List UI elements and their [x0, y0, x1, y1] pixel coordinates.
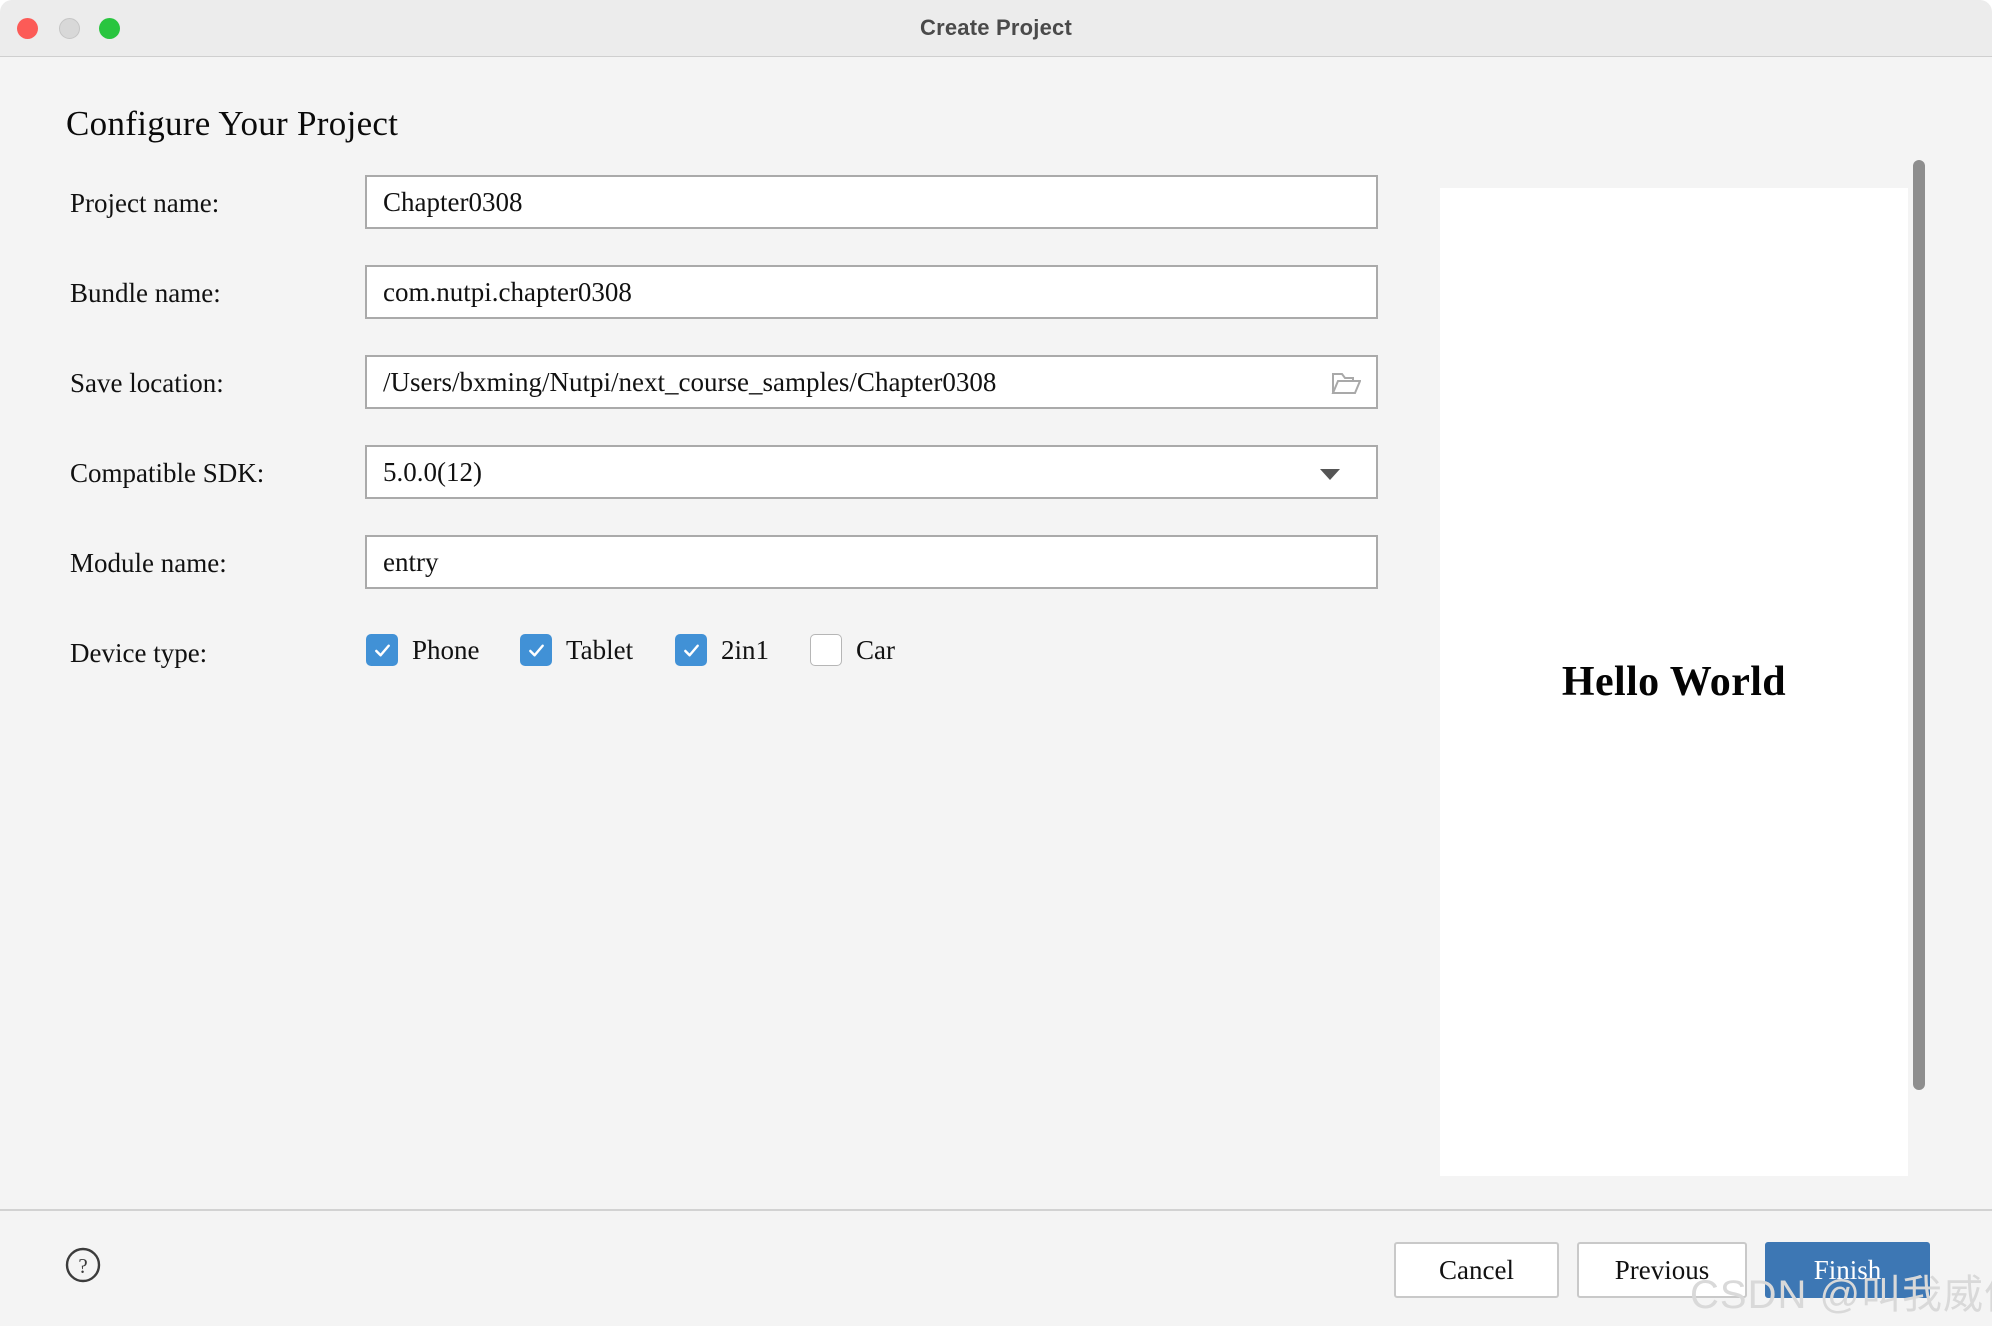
checkbox-box-tablet[interactable]	[520, 634, 552, 666]
page-title: Configure Your Project	[66, 104, 398, 144]
project-preview-panel: Hello World	[1440, 188, 1908, 1176]
value-save-location: /Users/bxming/Nutpi/next_course_samples/…	[383, 357, 1326, 407]
question-circle-icon[interactable]: ?	[64, 1246, 102, 1284]
checkbox-device-car[interactable]: Car	[810, 634, 895, 666]
check-icon	[527, 641, 546, 660]
value-module-name: entry	[383, 537, 1326, 587]
form-row-compatible-sdk: Compatible SDK: 5.0.0(12)	[0, 445, 1400, 501]
window-title: Create Project	[0, 0, 1992, 55]
label-device-type: Device type:	[70, 625, 207, 681]
form-row-bundle-name: Bundle name: com.nutpi.chapter0308	[0, 265, 1400, 321]
checkbox-label-tablet: Tablet	[566, 635, 633, 666]
checkbox-device-tablet[interactable]: Tablet	[520, 634, 633, 666]
preview-scrollbar[interactable]	[1913, 160, 1925, 1090]
value-project-name: Chapter0308	[383, 177, 1326, 227]
input-save-location[interactable]: /Users/bxming/Nutpi/next_course_samples/…	[365, 355, 1378, 409]
form-row-save-location: Save location: /Users/bxming/Nutpi/next_…	[0, 355, 1400, 411]
value-compatible-sdk: 5.0.0(12)	[383, 447, 1326, 497]
input-project-name[interactable]: Chapter0308	[365, 175, 1378, 229]
checkbox-box-car[interactable]	[810, 634, 842, 666]
preview-hello-world-text: Hello World	[1440, 188, 1908, 1176]
select-compatible-sdk[interactable]: 5.0.0(12)	[365, 445, 1378, 499]
checkbox-label-2in1: 2in1	[721, 635, 769, 666]
checkbox-box-2in1[interactable]	[675, 634, 707, 666]
checkbox-device-phone[interactable]: Phone	[366, 634, 480, 666]
label-project-name: Project name:	[70, 175, 219, 231]
form-row-module-name: Module name: entry	[0, 535, 1400, 591]
svg-text:?: ?	[78, 1254, 87, 1278]
checkbox-label-phone: Phone	[412, 635, 480, 666]
label-bundle-name: Bundle name:	[70, 265, 221, 321]
label-save-location: Save location:	[70, 355, 224, 411]
form-row-device-type: Device type: Phone Tablet	[0, 625, 1400, 681]
value-bundle-name: com.nutpi.chapter0308	[383, 267, 1326, 317]
checkbox-device-2in1[interactable]: 2in1	[675, 634, 769, 666]
checkbox-label-car: Car	[856, 635, 895, 666]
checkbox-box-phone[interactable]	[366, 634, 398, 666]
title-bar: Create Project	[0, 0, 1992, 57]
finish-button[interactable]: Finish	[1765, 1242, 1930, 1298]
folder-icon[interactable]	[1324, 364, 1368, 402]
check-icon	[682, 641, 701, 660]
input-bundle-name[interactable]: com.nutpi.chapter0308	[365, 265, 1378, 319]
previous-button[interactable]: Previous	[1577, 1242, 1747, 1298]
dialog-body: Configure Your Project Project name: Cha…	[0, 57, 1992, 1209]
label-module-name: Module name:	[70, 535, 227, 591]
label-compatible-sdk: Compatible SDK:	[70, 445, 264, 501]
check-icon	[373, 641, 392, 660]
form-row-project-name: Project name: Chapter0308	[0, 175, 1400, 231]
input-module-name[interactable]: entry	[365, 535, 1378, 589]
chevron-down-icon[interactable]	[1320, 469, 1340, 480]
create-project-dialog: Create Project Configure Your Project Pr…	[0, 0, 1992, 1326]
cancel-button[interactable]: Cancel	[1394, 1242, 1559, 1298]
